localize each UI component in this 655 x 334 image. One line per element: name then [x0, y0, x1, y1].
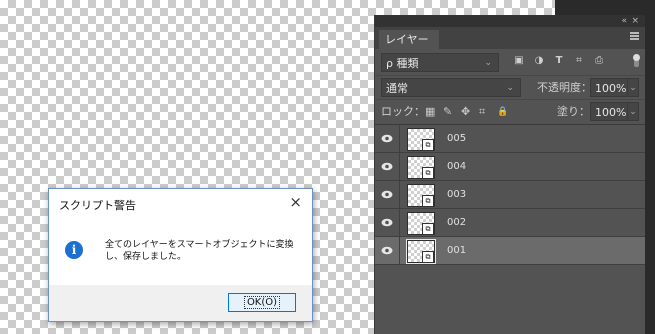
smart-object-icon: ⧉ [422, 223, 434, 235]
lock-row: ロック： ▦ ✎ ✥ ⌗ 🔒 塗り： 100% ⌄ [375, 99, 645, 124]
opacity-input[interactable]: 100% [590, 78, 632, 97]
pixel-filter-icon[interactable]: ▣ [513, 55, 525, 67]
layer-name[interactable]: 004 [447, 153, 466, 180]
dialog-footer: OK(O) [49, 285, 312, 321]
panel-header-bar: « × [375, 15, 645, 27]
filter-kind-label: ρ 種類 [386, 57, 419, 70]
close-panel-icon[interactable]: × [631, 15, 639, 27]
layer-name[interactable]: 003 [447, 181, 466, 208]
smart-object-icon: ⧉ [422, 139, 434, 151]
layer-list: ⧉ 005 ⧉ 004 ⧉ 003 ⧉ 002 ⧉ 001 [375, 124, 645, 265]
layer-name[interactable]: 002 [447, 209, 466, 236]
fill-input[interactable]: 100% [590, 102, 632, 121]
layer-filter-row: ρ 種類 ⌄ ▣ ◑ T ⌗ ⎙ [375, 51, 645, 75]
panel-tab-bar: レイヤー [375, 27, 645, 49]
visibility-eye-icon[interactable] [375, 181, 400, 208]
smart-object-filter-icon[interactable]: ⎙ [593, 55, 605, 67]
visibility-eye-icon[interactable] [375, 125, 400, 152]
layer-row[interactable]: ⧉ 003 [375, 181, 645, 209]
layer-name[interactable]: 001 [447, 237, 466, 264]
fill-dropdown-icon[interactable]: ⌄ [627, 102, 639, 121]
lock-label: ロック： [381, 105, 425, 118]
filter-kind-select[interactable]: ρ 種類 ⌄ [381, 53, 499, 72]
script-alert-dialog: スクリプト警告 × i 全てのレイヤーをスマートオブジェクトに変換し、保存しまし… [48, 188, 313, 322]
visibility-eye-icon[interactable] [375, 153, 400, 180]
chevron-down-icon: ⌄ [484, 58, 492, 68]
filter-toggle-icon[interactable] [633, 54, 640, 67]
chevron-down-icon: ⌄ [506, 83, 514, 93]
smart-object-icon: ⧉ [422, 167, 434, 179]
lock-artboard-icon[interactable]: ⌗ [479, 103, 485, 121]
type-filter-icon[interactable]: T [553, 55, 565, 67]
dialog-title: スクリプト警告 [59, 199, 136, 212]
panel-menu-icon[interactable] [630, 32, 639, 40]
adjustment-filter-icon[interactable]: ◑ [533, 55, 545, 67]
ok-button[interactable]: OK(O) [228, 293, 296, 312]
opacity-label: 不透明度： [537, 81, 592, 94]
visibility-eye-icon[interactable] [375, 209, 400, 236]
opacity-dropdown-icon[interactable]: ⌄ [627, 78, 639, 97]
smart-object-icon: ⧉ [422, 195, 434, 207]
tab-layers[interactable]: レイヤー [379, 30, 439, 49]
collapse-icon[interactable]: « [621, 15, 627, 27]
ok-button-label: OK(O) [243, 296, 281, 309]
layer-row[interactable]: ⧉ 005 [375, 125, 645, 153]
layers-panel: « × レイヤー ρ 種類 ⌄ ▣ ◑ T ⌗ ⎙ 通常 ⌄ 不透明度： 100… [374, 15, 645, 334]
lock-image-icon[interactable]: ✎ [443, 103, 452, 121]
blend-mode-select[interactable]: 通常 ⌄ [381, 78, 521, 97]
smart-object-icon: ⧉ [422, 251, 434, 263]
close-icon[interactable]: × [289, 193, 302, 211]
dialog-message: 全てのレイヤーをスマートオブジェクトに変換し、保存しました。 [105, 240, 294, 262]
fill-label: 塗り： [557, 105, 590, 118]
lock-all-icon[interactable]: 🔒 [497, 103, 508, 121]
layer-row[interactable]: ⧉ 004 [375, 153, 645, 181]
layer-row[interactable]: ⧉ 002 [375, 209, 645, 237]
shape-filter-icon[interactable]: ⌗ [573, 55, 585, 67]
layer-name[interactable]: 005 [447, 125, 466, 152]
blend-mode-label: 通常 [386, 82, 408, 95]
lock-transparent-icon[interactable]: ▦ [425, 103, 435, 121]
info-icon: i [65, 241, 83, 259]
lock-position-icon[interactable]: ✥ [461, 103, 470, 121]
layer-row[interactable]: ⧉ 001 [375, 237, 645, 265]
blend-row: 通常 ⌄ 不透明度： 100% ⌄ [375, 75, 645, 100]
visibility-eye-icon[interactable] [375, 237, 400, 264]
